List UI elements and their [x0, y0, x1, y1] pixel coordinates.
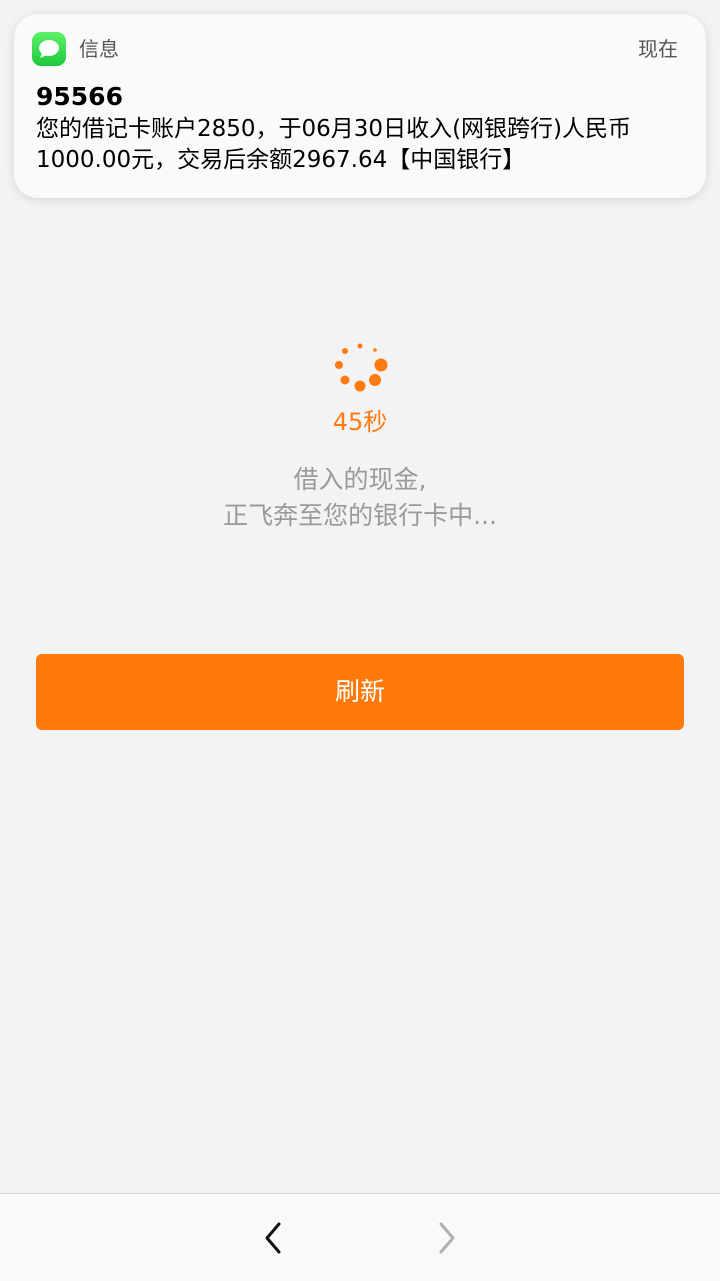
loading-spinner-icon	[335, 343, 388, 392]
loading-message-line2: 正飞奔至您的银行卡中...	[223, 501, 497, 530]
chevron-right-icon[interactable]	[432, 1218, 462, 1258]
browser-nav-bar	[0, 1193, 720, 1281]
messages-icon	[32, 32, 66, 66]
sms-notification-banner[interactable]: 信息 现在 95566 您的借记卡账户2850，于06月30日收入(网银跨行)人…	[14, 14, 706, 198]
notification-body: 您的借记卡账户2850，于06月30日收入(网银跨行)人民币1000.00元，交…	[36, 116, 632, 173]
notification-sender: 95566	[36, 82, 123, 111]
chevron-left-icon[interactable]	[258, 1218, 288, 1258]
loading-message-line1: 借入的现金,	[293, 465, 427, 494]
loading-message: 借入的现金, 正飞奔至您的银行卡中...	[0, 462, 720, 534]
refresh-button[interactable]: 刷新	[36, 654, 684, 730]
notification-time: 现在	[638, 37, 678, 61]
countdown-timer: 45秒	[332, 408, 388, 436]
notification-app-name: 信息	[79, 37, 119, 61]
